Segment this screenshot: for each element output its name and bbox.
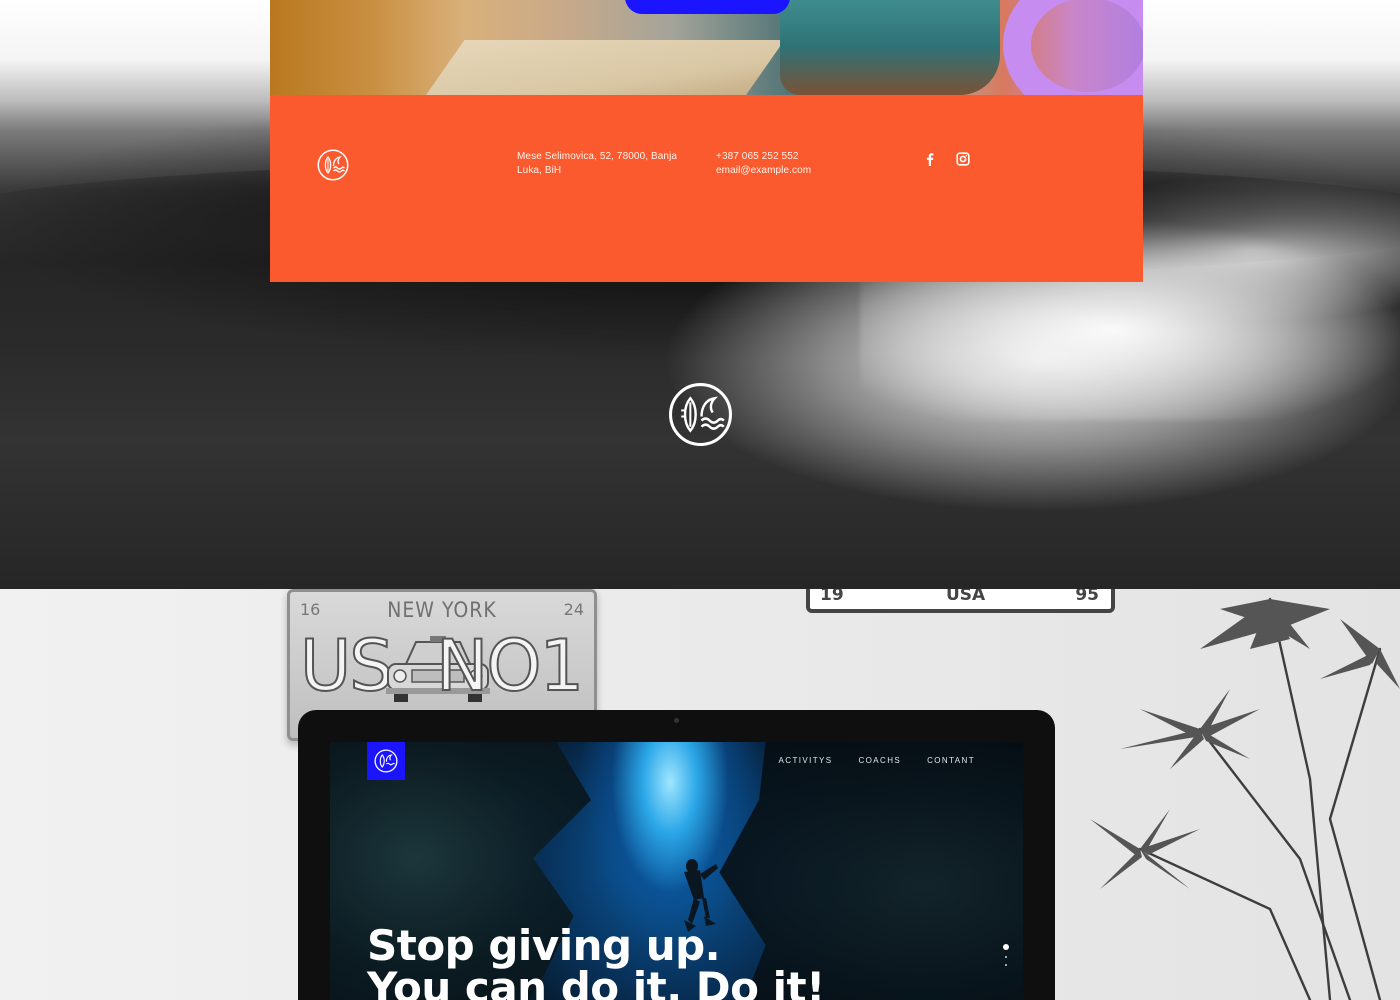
address-line: Mese Selimovica, 52, 78000, Banja <box>517 151 678 162</box>
boat-photo-banner <box>270 0 1143 95</box>
slider-dot[interactable] <box>1005 964 1007 966</box>
plate-big-right: NO1 <box>435 625 585 707</box>
footer-address: Mese Selimovica, 52, 78000, Banja Luka, … <box>517 150 687 178</box>
boat-deck-graphic <box>415 40 785 95</box>
instagram-icon[interactable] <box>956 152 970 166</box>
slider-dot[interactable] <box>1005 956 1007 958</box>
website-screen-preview: ACTIVITYS COACHS CONTANT Stop giving up.… <box>330 742 1023 1000</box>
email-link[interactable]: email@example.com <box>716 164 876 178</box>
phone-link[interactable]: +387 065 252 552 <box>716 150 876 164</box>
facebook-icon[interactable] <box>923 152 937 166</box>
plate-state-title: NEW YORK <box>387 598 497 622</box>
surf-waves-logo-icon <box>374 749 398 773</box>
palm-plant-graphic <box>1090 597 1400 1000</box>
address-line: Luka, BiH <box>517 165 562 176</box>
screen-brand-logo[interactable] <box>367 742 405 780</box>
screen-nav: ACTIVITYS COACHS CONTANT <box>779 756 975 765</box>
monitor-mockup: ACTIVITYS COACHS CONTANT Stop giving up.… <box>298 710 1055 1000</box>
plate-number-left: 19 <box>820 589 844 605</box>
screen-headline: Stop giving up. You can do it. Do it! <box>367 925 825 1000</box>
plate-country: USA <box>946 589 986 605</box>
nav-link-activitys[interactable]: ACTIVITYS <box>779 756 833 765</box>
license-plate-usa: 19 USA 95 <box>806 589 1115 613</box>
slider-dot-active[interactable] <box>1003 944 1009 950</box>
surf-waves-logo-icon[interactable] <box>668 382 733 447</box>
footer-contact: +387 065 252 552 email@example.com <box>716 150 876 178</box>
plate-big-left: US <box>299 625 395 707</box>
monitor-camera <box>674 718 679 723</box>
inflatable-ring-graphic <box>1003 0 1143 95</box>
screen-slider-dots <box>1003 944 1009 966</box>
headline-line-2: You can do it. Do it! <box>367 963 825 1000</box>
footer-card: Mese Selimovica, 52, 78000, Banja Luka, … <box>270 95 1143 282</box>
cta-button[interactable] <box>625 0 790 14</box>
plate-number-right: 24 <box>563 600 584 619</box>
surf-waves-logo-icon[interactable] <box>317 149 349 181</box>
mockup-showcase-section: 16 NEW YORK 24 US NO1 19 USA 95 ACTIVITY… <box>0 589 1400 1000</box>
person-graphic <box>780 0 1000 95</box>
nav-link-coachs[interactable]: COACHS <box>858 756 901 765</box>
nav-link-contant[interactable]: CONTANT <box>927 756 975 765</box>
